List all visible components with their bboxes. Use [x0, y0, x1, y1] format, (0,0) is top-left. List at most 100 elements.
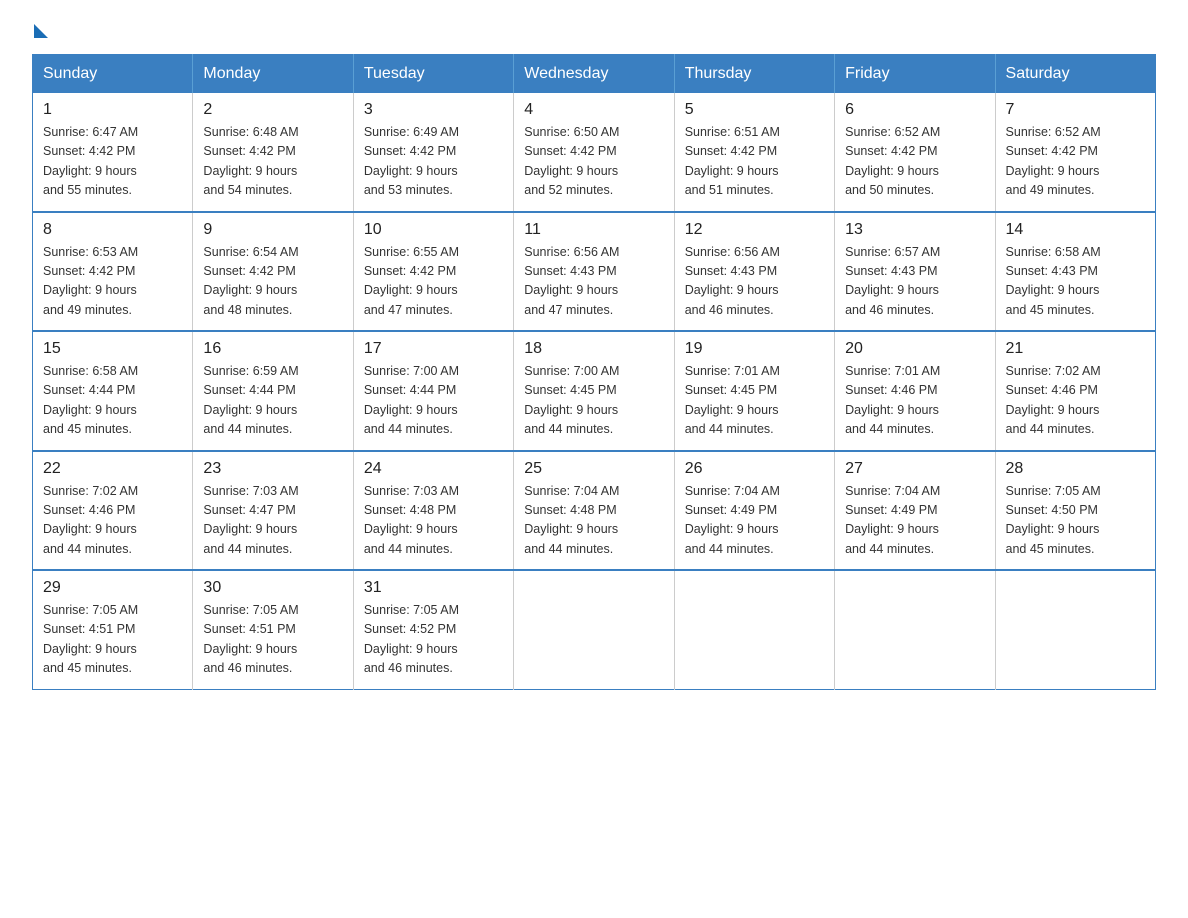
day-number: 4 — [524, 101, 663, 119]
calendar-cell: 1 Sunrise: 6:47 AMSunset: 4:42 PMDayligh… — [33, 93, 193, 212]
calendar-cell: 30 Sunrise: 7:05 AMSunset: 4:51 PMDaylig… — [193, 570, 353, 689]
day-info: Sunrise: 6:48 AMSunset: 4:42 PMDaylight:… — [203, 123, 342, 201]
day-info: Sunrise: 6:52 AMSunset: 4:42 PMDaylight:… — [1006, 123, 1145, 201]
calendar-cell: 22 Sunrise: 7:02 AMSunset: 4:46 PMDaylig… — [33, 451, 193, 571]
day-info: Sunrise: 7:00 AMSunset: 4:44 PMDaylight:… — [364, 362, 503, 440]
day-info: Sunrise: 7:04 AMSunset: 4:49 PMDaylight:… — [845, 482, 984, 560]
day-info: Sunrise: 7:04 AMSunset: 4:48 PMDaylight:… — [524, 482, 663, 560]
day-info: Sunrise: 6:56 AMSunset: 4:43 PMDaylight:… — [524, 243, 663, 321]
day-info: Sunrise: 7:01 AMSunset: 4:46 PMDaylight:… — [845, 362, 984, 440]
calendar-cell — [514, 570, 674, 689]
column-header-sunday: Sunday — [33, 55, 193, 94]
day-number: 5 — [685, 101, 824, 119]
day-number: 27 — [845, 460, 984, 478]
calendar-cell: 31 Sunrise: 7:05 AMSunset: 4:52 PMDaylig… — [353, 570, 513, 689]
calendar-cell: 15 Sunrise: 6:58 AMSunset: 4:44 PMDaylig… — [33, 331, 193, 451]
day-info: Sunrise: 6:59 AMSunset: 4:44 PMDaylight:… — [203, 362, 342, 440]
day-info: Sunrise: 6:51 AMSunset: 4:42 PMDaylight:… — [685, 123, 824, 201]
day-number: 22 — [43, 460, 182, 478]
day-info: Sunrise: 6:49 AMSunset: 4:42 PMDaylight:… — [364, 123, 503, 201]
day-number: 21 — [1006, 340, 1145, 358]
calendar-cell: 3 Sunrise: 6:49 AMSunset: 4:42 PMDayligh… — [353, 93, 513, 212]
day-number: 2 — [203, 101, 342, 119]
calendar-cell: 7 Sunrise: 6:52 AMSunset: 4:42 PMDayligh… — [995, 93, 1155, 212]
day-number: 6 — [845, 101, 984, 119]
page-header — [32, 24, 1156, 36]
calendar-week-row: 22 Sunrise: 7:02 AMSunset: 4:46 PMDaylig… — [33, 451, 1156, 571]
day-info: Sunrise: 7:02 AMSunset: 4:46 PMDaylight:… — [43, 482, 182, 560]
calendar-cell: 14 Sunrise: 6:58 AMSunset: 4:43 PMDaylig… — [995, 212, 1155, 332]
day-number: 26 — [685, 460, 824, 478]
calendar-cell: 19 Sunrise: 7:01 AMSunset: 4:45 PMDaylig… — [674, 331, 834, 451]
day-number: 23 — [203, 460, 342, 478]
day-info: Sunrise: 7:01 AMSunset: 4:45 PMDaylight:… — [685, 362, 824, 440]
calendar-cell: 10 Sunrise: 6:55 AMSunset: 4:42 PMDaylig… — [353, 212, 513, 332]
day-info: Sunrise: 7:00 AMSunset: 4:45 PMDaylight:… — [524, 362, 663, 440]
day-number: 7 — [1006, 101, 1145, 119]
column-header-saturday: Saturday — [995, 55, 1155, 94]
calendar-cell: 16 Sunrise: 6:59 AMSunset: 4:44 PMDaylig… — [193, 331, 353, 451]
day-number: 17 — [364, 340, 503, 358]
day-info: Sunrise: 7:04 AMSunset: 4:49 PMDaylight:… — [685, 482, 824, 560]
day-info: Sunrise: 6:58 AMSunset: 4:43 PMDaylight:… — [1006, 243, 1145, 321]
day-number: 10 — [364, 221, 503, 239]
calendar-cell: 9 Sunrise: 6:54 AMSunset: 4:42 PMDayligh… — [193, 212, 353, 332]
day-info: Sunrise: 7:05 AMSunset: 4:51 PMDaylight:… — [203, 601, 342, 679]
calendar-cell: 25 Sunrise: 7:04 AMSunset: 4:48 PMDaylig… — [514, 451, 674, 571]
day-info: Sunrise: 6:54 AMSunset: 4:42 PMDaylight:… — [203, 243, 342, 321]
calendar-cell: 21 Sunrise: 7:02 AMSunset: 4:46 PMDaylig… — [995, 331, 1155, 451]
calendar-cell: 23 Sunrise: 7:03 AMSunset: 4:47 PMDaylig… — [193, 451, 353, 571]
day-number: 3 — [364, 101, 503, 119]
calendar-cell: 29 Sunrise: 7:05 AMSunset: 4:51 PMDaylig… — [33, 570, 193, 689]
day-info: Sunrise: 7:05 AMSunset: 4:50 PMDaylight:… — [1006, 482, 1145, 560]
column-header-wednesday: Wednesday — [514, 55, 674, 94]
day-number: 18 — [524, 340, 663, 358]
day-info: Sunrise: 6:58 AMSunset: 4:44 PMDaylight:… — [43, 362, 182, 440]
calendar-cell — [995, 570, 1155, 689]
calendar-cell — [835, 570, 995, 689]
calendar-table: SundayMondayTuesdayWednesdayThursdayFrid… — [32, 54, 1156, 690]
day-info: Sunrise: 7:03 AMSunset: 4:47 PMDaylight:… — [203, 482, 342, 560]
calendar-cell: 5 Sunrise: 6:51 AMSunset: 4:42 PMDayligh… — [674, 93, 834, 212]
calendar-header-row: SundayMondayTuesdayWednesdayThursdayFrid… — [33, 55, 1156, 94]
calendar-cell: 18 Sunrise: 7:00 AMSunset: 4:45 PMDaylig… — [514, 331, 674, 451]
day-number: 15 — [43, 340, 182, 358]
calendar-cell: 6 Sunrise: 6:52 AMSunset: 4:42 PMDayligh… — [835, 93, 995, 212]
calendar-cell: 17 Sunrise: 7:00 AMSunset: 4:44 PMDaylig… — [353, 331, 513, 451]
day-info: Sunrise: 6:56 AMSunset: 4:43 PMDaylight:… — [685, 243, 824, 321]
day-number: 20 — [845, 340, 984, 358]
day-info: Sunrise: 7:05 AMSunset: 4:52 PMDaylight:… — [364, 601, 503, 679]
day-number: 8 — [43, 221, 182, 239]
calendar-cell: 8 Sunrise: 6:53 AMSunset: 4:42 PMDayligh… — [33, 212, 193, 332]
day-number: 16 — [203, 340, 342, 358]
calendar-cell: 4 Sunrise: 6:50 AMSunset: 4:42 PMDayligh… — [514, 93, 674, 212]
day-info: Sunrise: 7:05 AMSunset: 4:51 PMDaylight:… — [43, 601, 182, 679]
day-info: Sunrise: 6:52 AMSunset: 4:42 PMDaylight:… — [845, 123, 984, 201]
calendar-cell: 26 Sunrise: 7:04 AMSunset: 4:49 PMDaylig… — [674, 451, 834, 571]
day-info: Sunrise: 6:53 AMSunset: 4:42 PMDaylight:… — [43, 243, 182, 321]
logo-triangle-icon — [34, 24, 48, 38]
column-header-tuesday: Tuesday — [353, 55, 513, 94]
day-number: 30 — [203, 579, 342, 597]
calendar-week-row: 29 Sunrise: 7:05 AMSunset: 4:51 PMDaylig… — [33, 570, 1156, 689]
day-number: 14 — [1006, 221, 1145, 239]
day-number: 12 — [685, 221, 824, 239]
calendar-cell: 2 Sunrise: 6:48 AMSunset: 4:42 PMDayligh… — [193, 93, 353, 212]
day-number: 29 — [43, 579, 182, 597]
column-header-thursday: Thursday — [674, 55, 834, 94]
calendar-cell: 27 Sunrise: 7:04 AMSunset: 4:49 PMDaylig… — [835, 451, 995, 571]
column-header-monday: Monday — [193, 55, 353, 94]
day-number: 11 — [524, 221, 663, 239]
day-number: 13 — [845, 221, 984, 239]
day-info: Sunrise: 6:50 AMSunset: 4:42 PMDaylight:… — [524, 123, 663, 201]
day-number: 25 — [524, 460, 663, 478]
day-number: 19 — [685, 340, 824, 358]
calendar-cell: 11 Sunrise: 6:56 AMSunset: 4:43 PMDaylig… — [514, 212, 674, 332]
calendar-cell: 24 Sunrise: 7:03 AMSunset: 4:48 PMDaylig… — [353, 451, 513, 571]
day-number: 28 — [1006, 460, 1145, 478]
day-number: 9 — [203, 221, 342, 239]
day-info: Sunrise: 6:57 AMSunset: 4:43 PMDaylight:… — [845, 243, 984, 321]
day-number: 31 — [364, 579, 503, 597]
calendar-cell: 28 Sunrise: 7:05 AMSunset: 4:50 PMDaylig… — [995, 451, 1155, 571]
day-number: 24 — [364, 460, 503, 478]
